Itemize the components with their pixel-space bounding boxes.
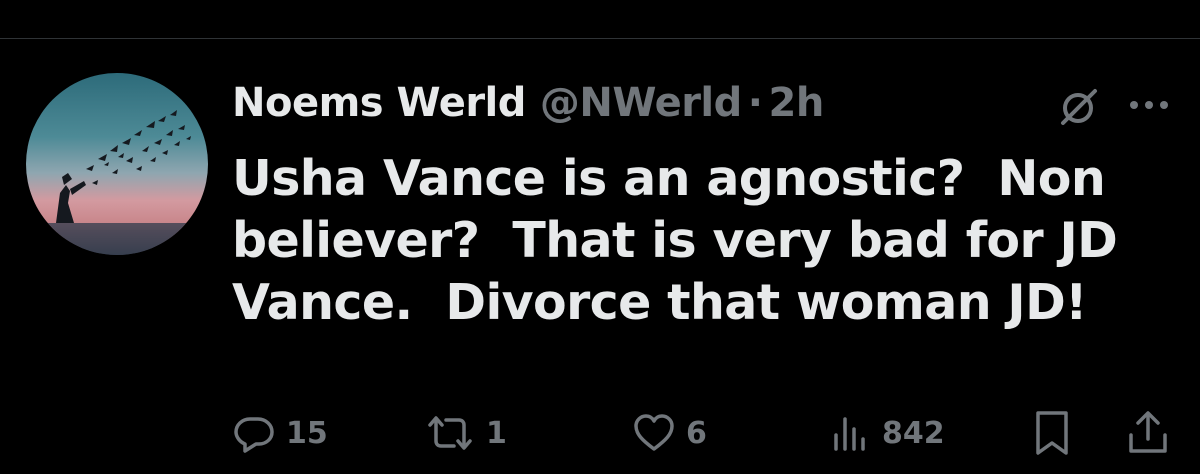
more-icon[interactable] — [1125, 90, 1173, 120]
retweet-count: 1 — [486, 415, 507, 451]
views-button[interactable]: 842 — [828, 408, 945, 458]
avatar-image — [26, 73, 208, 255]
like-count: 6 — [686, 415, 707, 451]
timestamp[interactable]: 2h — [768, 80, 824, 126]
reply-count: 15 — [286, 415, 328, 451]
views-icon — [834, 417, 865, 451]
bookmark-button[interactable] — [1030, 408, 1074, 458]
tweet-text: Usha Vance is an agnostic? Non believer?… — [232, 150, 1118, 331]
retweet-icon — [428, 416, 472, 450]
grok-icon[interactable] — [1054, 83, 1102, 131]
separator-dot: · — [747, 80, 763, 126]
avatar[interactable] — [26, 73, 208, 255]
share-button[interactable] — [1126, 408, 1170, 458]
share-icon — [1129, 411, 1167, 453]
bookmark-icon — [1036, 411, 1068, 455]
like-button[interactable]: 6 — [632, 408, 707, 458]
user-handle[interactable]: @NWerld — [540, 80, 742, 126]
tweet-header: Noems Werld @NWerld · 2h — [232, 72, 824, 134]
display-name[interactable]: Noems Werld — [232, 80, 526, 126]
heart-icon — [634, 414, 674, 451]
reply-button[interactable]: 15 — [232, 408, 328, 458]
views-count: 842 — [882, 415, 945, 451]
top-divider — [0, 38, 1200, 39]
reply-icon — [234, 417, 274, 453]
retweet-button[interactable]: 1 — [424, 408, 507, 458]
